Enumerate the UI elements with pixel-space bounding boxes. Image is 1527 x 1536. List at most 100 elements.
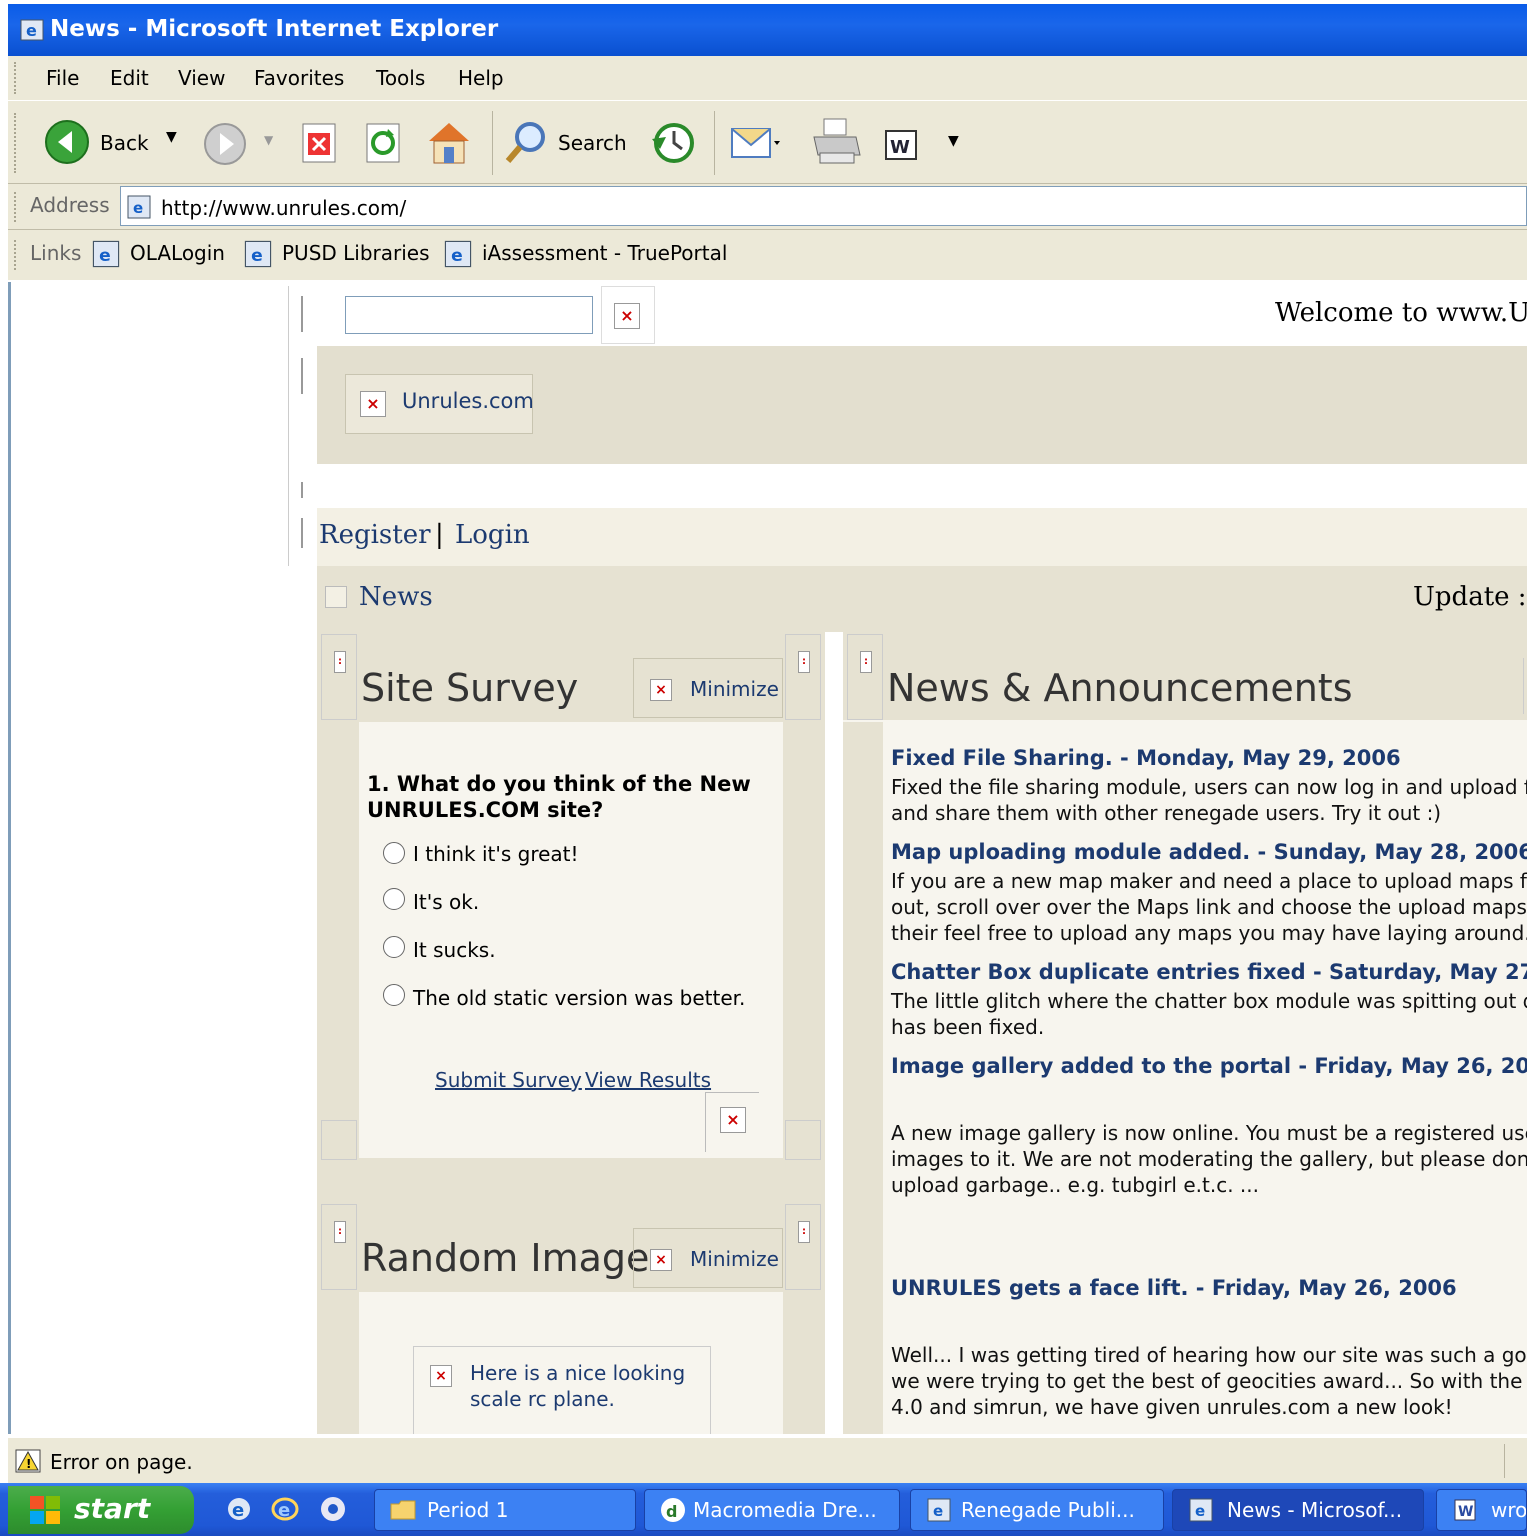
broken-image-icon: × — [430, 1365, 452, 1387]
menu-file[interactable]: File — [46, 66, 79, 90]
view-results-link[interactable]: View Results — [585, 1068, 711, 1092]
task-label: News - Microsof... — [1227, 1498, 1403, 1522]
task-renegade[interactable]: e Renegade Publi... — [910, 1489, 1164, 1531]
dropdown-arrow-icon: ▼ — [264, 133, 274, 147]
breadcrumb-band — [317, 566, 1527, 632]
word-icon: W — [1454, 1499, 1476, 1521]
submit-survey-link[interactable]: Submit Survey — [435, 1068, 582, 1092]
menu-help[interactable]: Help — [458, 66, 504, 90]
breadcrumb-news[interactable]: News — [359, 582, 433, 612]
broken-image — [301, 296, 303, 332]
news-body: has been fixed. — [891, 1015, 1045, 1039]
survey-option-label: I think it's great! — [413, 842, 579, 866]
survey-option-radio[interactable] — [383, 936, 405, 958]
dropdown-arrow-icon[interactable]: ▼ — [948, 133, 959, 149]
container-corner — [785, 1120, 821, 1160]
news-headline[interactable]: UNRULES gets a face lift. - Friday, May … — [891, 1276, 1457, 1300]
refresh-icon[interactable] — [364, 121, 406, 165]
broken-image — [301, 358, 303, 394]
home-icon[interactable] — [424, 117, 474, 167]
news-body: Fixed the file sharing module, users can… — [891, 775, 1527, 799]
welcome-text: Welcome to www.U — [1275, 298, 1527, 328]
survey-option-radio[interactable] — [383, 842, 405, 864]
task-period-1[interactable]: Period 1 — [374, 1489, 636, 1531]
task-word[interactable]: W wro — [1436, 1489, 1527, 1531]
container-corner — [321, 1120, 357, 1160]
window-title: News - Microsoft Internet Explorer — [50, 16, 499, 42]
news-headline[interactable]: Image gallery added to the portal - Frid… — [891, 1054, 1527, 1078]
svg-text:e: e — [133, 199, 143, 217]
page-icon: e — [244, 240, 272, 268]
image-caption: scale rc plane. — [470, 1387, 615, 1411]
news-headline[interactable]: Chatter Box duplicate entries fixed - Sa… — [891, 960, 1527, 984]
history-icon[interactable] — [648, 119, 698, 169]
quicklaunch-browser-icon[interactable]: e — [270, 1494, 300, 1524]
search-field[interactable] — [345, 296, 593, 334]
dropdown-arrow-icon[interactable]: ▼ — [166, 129, 177, 145]
survey-option-label: It's ok. — [413, 890, 480, 914]
broken-image-icon: × — [614, 303, 640, 329]
survey-question: UNRULES.COM site? — [367, 798, 604, 822]
survey-option-radio[interactable] — [383, 888, 405, 910]
broken-image — [301, 518, 303, 548]
random-image[interactable]: × Here is a nice looking scale rc plane. — [413, 1346, 711, 1434]
title-bar[interactable]: e News - Microsoft Internet Explorer — [8, 4, 1527, 56]
news-body: A new image gallery is now online. You m… — [891, 1121, 1527, 1145]
address-input[interactable]: e http://www.unrules.com/ — [120, 186, 1527, 226]
news-body: out, scroll over over the Maps link and … — [891, 895, 1527, 919]
ie-icon: e — [20, 19, 44, 41]
toolbar-grip[interactable] — [14, 62, 17, 94]
start-button[interactable]: start — [8, 1486, 194, 1534]
survey-question: 1. What do you think of the New — [367, 772, 751, 796]
menu-tools[interactable]: Tools — [376, 66, 425, 90]
svg-text:!: ! — [26, 1457, 31, 1471]
site-logo[interactable]: × Unrules.com — [345, 374, 534, 434]
survey-minimize-button[interactable]: × Minimize — [633, 658, 783, 718]
news-gutter — [843, 722, 883, 1434]
back-button[interactable]: Back ▼ — [44, 119, 180, 167]
forward-arrow-icon[interactable] — [202, 121, 248, 167]
broken-image-icon: × — [650, 679, 672, 701]
news-body: 4.0 and simrun, we have given unrules.co… — [891, 1395, 1453, 1419]
mail-icon[interactable] — [728, 119, 782, 167]
standard-toolbar: Back ▼ ▼ Search W ▼ — [8, 100, 1527, 184]
warning-icon[interactable]: ! — [14, 1446, 44, 1474]
survey-option-label: It sucks. — [413, 938, 496, 962]
login-link[interactable]: Login — [455, 520, 530, 550]
stop-icon[interactable] — [300, 121, 342, 165]
container-edge — [1523, 658, 1527, 714]
dreamweaver-icon: d — [661, 1498, 685, 1522]
print-icon[interactable] — [808, 115, 864, 169]
survey-option-radio[interactable] — [383, 984, 405, 1006]
task-label: wro — [1491, 1498, 1527, 1522]
menu-edit[interactable]: Edit — [110, 66, 149, 90]
task-news-ie[interactable]: e News - Microsof... — [1172, 1489, 1424, 1531]
svg-text:W: W — [1458, 1504, 1473, 1520]
status-separator — [1504, 1444, 1505, 1478]
status-bar: ! Error on page. — [8, 1437, 1527, 1483]
page-viewport[interactable]: × Welcome to www.U × Unrules.com Registe… — [8, 282, 1527, 1434]
container-corner: : — [321, 634, 357, 720]
image-caption: Here is a nice looking — [470, 1361, 686, 1385]
survey-option-label: The old static version was better. — [413, 986, 746, 1010]
quicklaunch-media-icon[interactable] — [318, 1494, 348, 1524]
survey-title: Site Survey — [361, 666, 579, 710]
menu-view[interactable]: View — [178, 66, 225, 90]
separator: | — [435, 520, 444, 550]
news-headline[interactable]: Map uploading module added. - Sunday, Ma… — [891, 840, 1527, 864]
news-body: upload garbage.. e.g. tubgirl e.t.c. ... — [891, 1173, 1259, 1197]
task-macromedia[interactable]: d Macromedia Dre... — [644, 1489, 900, 1531]
link-label: PUSD Libraries — [282, 241, 430, 265]
toolbar-grip — [14, 192, 17, 222]
svg-text:e: e — [278, 1500, 290, 1521]
random-minimize-button[interactable]: × Minimize — [633, 1228, 783, 1288]
logo-alt-text: Unrules.com — [402, 389, 534, 413]
link-label: iAssessment - TruePortal — [482, 241, 728, 265]
word-edit-icon[interactable]: W — [882, 125, 922, 165]
menu-favorites[interactable]: Favorites — [254, 66, 344, 90]
broken-image — [325, 586, 347, 608]
news-headline[interactable]: Fixed File Sharing. - Monday, May 29, 20… — [891, 746, 1401, 770]
register-link[interactable]: Register — [319, 520, 431, 550]
search-button[interactable]: Search — [502, 115, 636, 167]
quicklaunch-ie-icon[interactable]: e — [224, 1494, 254, 1524]
